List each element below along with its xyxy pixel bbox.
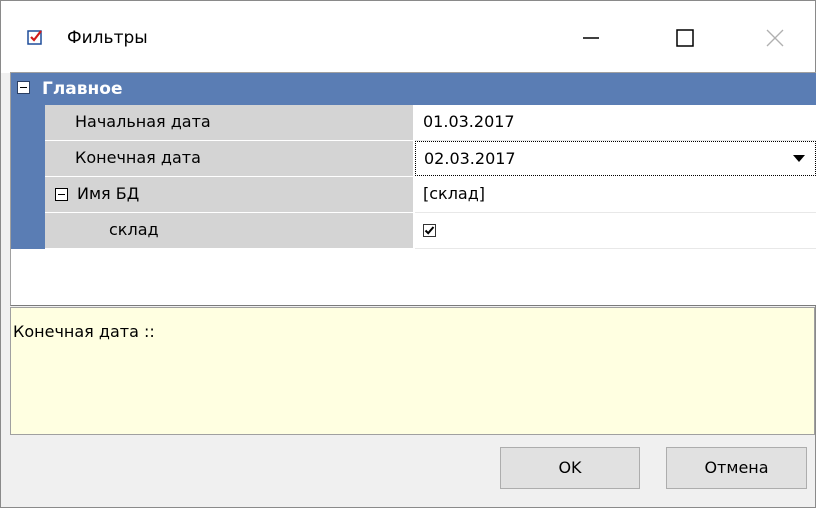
close-button[interactable]: [731, 11, 816, 63]
property-grid: Главное Начальная дата 01.03.2017 Конечн…: [10, 72, 816, 306]
property-row-db-name[interactable]: Имя БД [склад]: [45, 177, 816, 213]
start-date-field[interactable]: 01.03.2017: [415, 105, 816, 141]
grid-empty-area: [11, 249, 816, 305]
close-icon: [766, 29, 784, 47]
property-row-start-date[interactable]: Начальная дата 01.03.2017: [45, 105, 816, 141]
property-name: Имя БД: [77, 184, 140, 203]
title-bar[interactable]: Фильтры: [1, 1, 815, 73]
cancel-button[interactable]: Отмена: [666, 447, 807, 489]
description-panel: Конечная дата ::: [10, 307, 815, 435]
property-name: Начальная дата: [75, 112, 211, 131]
category-label: Главное: [42, 79, 123, 99]
property-name-cell[interactable]: Имя БД: [45, 177, 413, 213]
minimize-button[interactable]: [541, 11, 633, 63]
description-text: Конечная дата ::: [13, 322, 155, 341]
property-name-cell[interactable]: склад: [45, 213, 413, 249]
ok-button[interactable]: OK: [500, 447, 640, 489]
checkmark-icon: [424, 226, 435, 235]
property-name-cell[interactable]: Начальная дата: [45, 105, 413, 141]
property-row-end-date[interactable]: Конечная дата 02.03.2017: [45, 141, 816, 177]
collapse-icon[interactable]: [17, 81, 30, 94]
category-indent-band: [11, 105, 45, 249]
property-name: Конечная дата: [75, 148, 201, 167]
property-value: 01.03.2017: [423, 112, 515, 131]
maximize-icon: [676, 29, 694, 47]
property-row-sklad[interactable]: склад: [45, 213, 816, 249]
property-value: [склад]: [423, 184, 486, 203]
property-name: склад: [109, 220, 159, 239]
collapse-icon[interactable]: [55, 188, 68, 201]
checkbox-list-icon: [27, 30, 42, 45]
sklad-checkbox[interactable]: [423, 224, 436, 237]
property-value: 02.03.2017: [424, 149, 516, 168]
window-title: Фильтры: [67, 28, 148, 48]
end-date-dropdown[interactable]: 02.03.2017: [415, 141, 816, 176]
chevron-down-icon[interactable]: [793, 155, 805, 162]
filters-dialog: Фильтры Главное Начальная дата 01.03.201…: [0, 0, 816, 508]
maximize-button[interactable]: [637, 11, 729, 63]
sklad-value-cell[interactable]: [415, 213, 816, 249]
minimize-icon: [583, 37, 599, 39]
property-name-cell[interactable]: Конечная дата: [45, 141, 413, 177]
category-row-main[interactable]: Главное: [11, 73, 816, 105]
db-name-field[interactable]: [склад]: [415, 177, 816, 213]
